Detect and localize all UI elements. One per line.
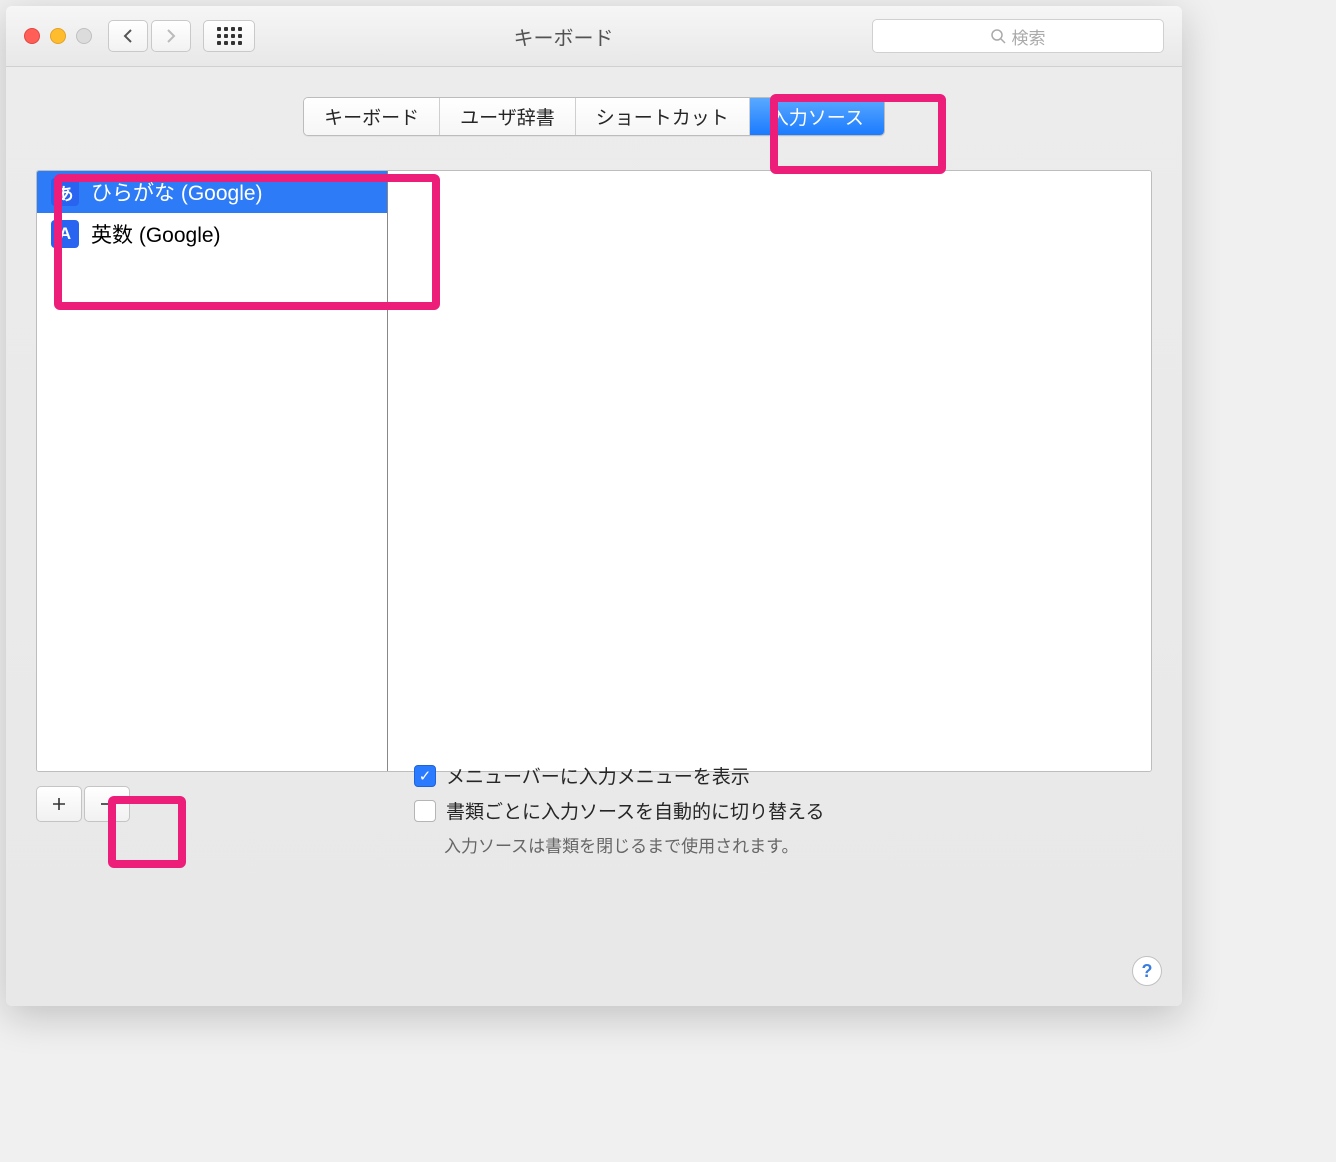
minus-icon [100, 797, 114, 811]
source-label: 英数 (Google) [91, 219, 221, 249]
option-auto-switch[interactable]: 書類ごとに入力ソースを自動的に切り替える [414, 797, 824, 824]
tab-bar: キーボード ユーザ辞書 ショートカット 入力ソース [36, 97, 1152, 136]
option-show-input-menu[interactable]: メニューバーに入力メニューを表示 [414, 762, 824, 789]
checkbox-show-input-menu[interactable] [414, 765, 436, 787]
tab-user-dictionary[interactable]: ユーザ辞書 [440, 98, 576, 135]
source-item-hiragana[interactable]: あ ひらがな (Google) [37, 171, 387, 213]
preferences-window: キーボード 検索 キーボード ユーザ辞書 ショートカット 入力ソース あ ひらが… [6, 6, 1182, 1006]
chevron-right-icon [165, 29, 177, 43]
nav-buttons [108, 20, 191, 52]
minimize-window-button[interactable] [50, 28, 66, 44]
close-window-button[interactable] [24, 28, 40, 44]
plus-icon [52, 797, 66, 811]
add-source-button[interactable] [36, 786, 82, 822]
content-panel: あ ひらがな (Google) A 英数 (Google) [36, 170, 1152, 772]
zoom-window-button[interactable] [76, 28, 92, 44]
tab-shortcuts[interactable]: ショートカット [576, 98, 750, 135]
remove-source-button[interactable] [84, 786, 130, 822]
options-block: メニューバーに入力メニューを表示 書類ごとに入力ソースを自動的に切り替える 入力… [414, 762, 824, 857]
window-controls [24, 28, 92, 44]
forward-button[interactable] [151, 20, 191, 52]
search-icon [991, 29, 1006, 44]
search-placeholder: 検索 [1012, 24, 1046, 49]
help-button[interactable]: ? [1132, 956, 1162, 986]
alphanumeric-icon: A [51, 220, 79, 248]
option-note: 入力ソースは書類を閉じるまで使用されます。 [444, 832, 824, 857]
segmented-control: キーボード ユーザ辞書 ショートカット 入力ソース [303, 97, 885, 136]
option-label: メニューバーに入力メニューを表示 [446, 762, 750, 789]
window-title: キーボード [255, 22, 872, 51]
show-all-button[interactable] [203, 20, 255, 52]
tab-input-sources[interactable]: 入力ソース [750, 98, 884, 135]
source-detail-pane [388, 171, 1151, 771]
source-item-eisu[interactable]: A 英数 (Google) [37, 213, 387, 255]
option-label: 書類ごとに入力ソースを自動的に切り替える [446, 797, 824, 824]
source-label: ひらがな (Google) [91, 177, 263, 207]
chevron-left-icon [122, 29, 134, 43]
search-field[interactable]: 検索 [872, 19, 1164, 53]
tab-keyboard[interactable]: キーボード [304, 98, 440, 135]
hiragana-icon: あ [51, 178, 79, 206]
input-source-list[interactable]: あ ひらがな (Google) A 英数 (Google) [37, 171, 388, 771]
titlebar: キーボード 検索 [6, 6, 1182, 67]
window-body: キーボード ユーザ辞書 ショートカット 入力ソース あ ひらがな (Google… [6, 67, 1182, 842]
back-button[interactable] [108, 20, 148, 52]
checkbox-auto-switch[interactable] [414, 800, 436, 822]
